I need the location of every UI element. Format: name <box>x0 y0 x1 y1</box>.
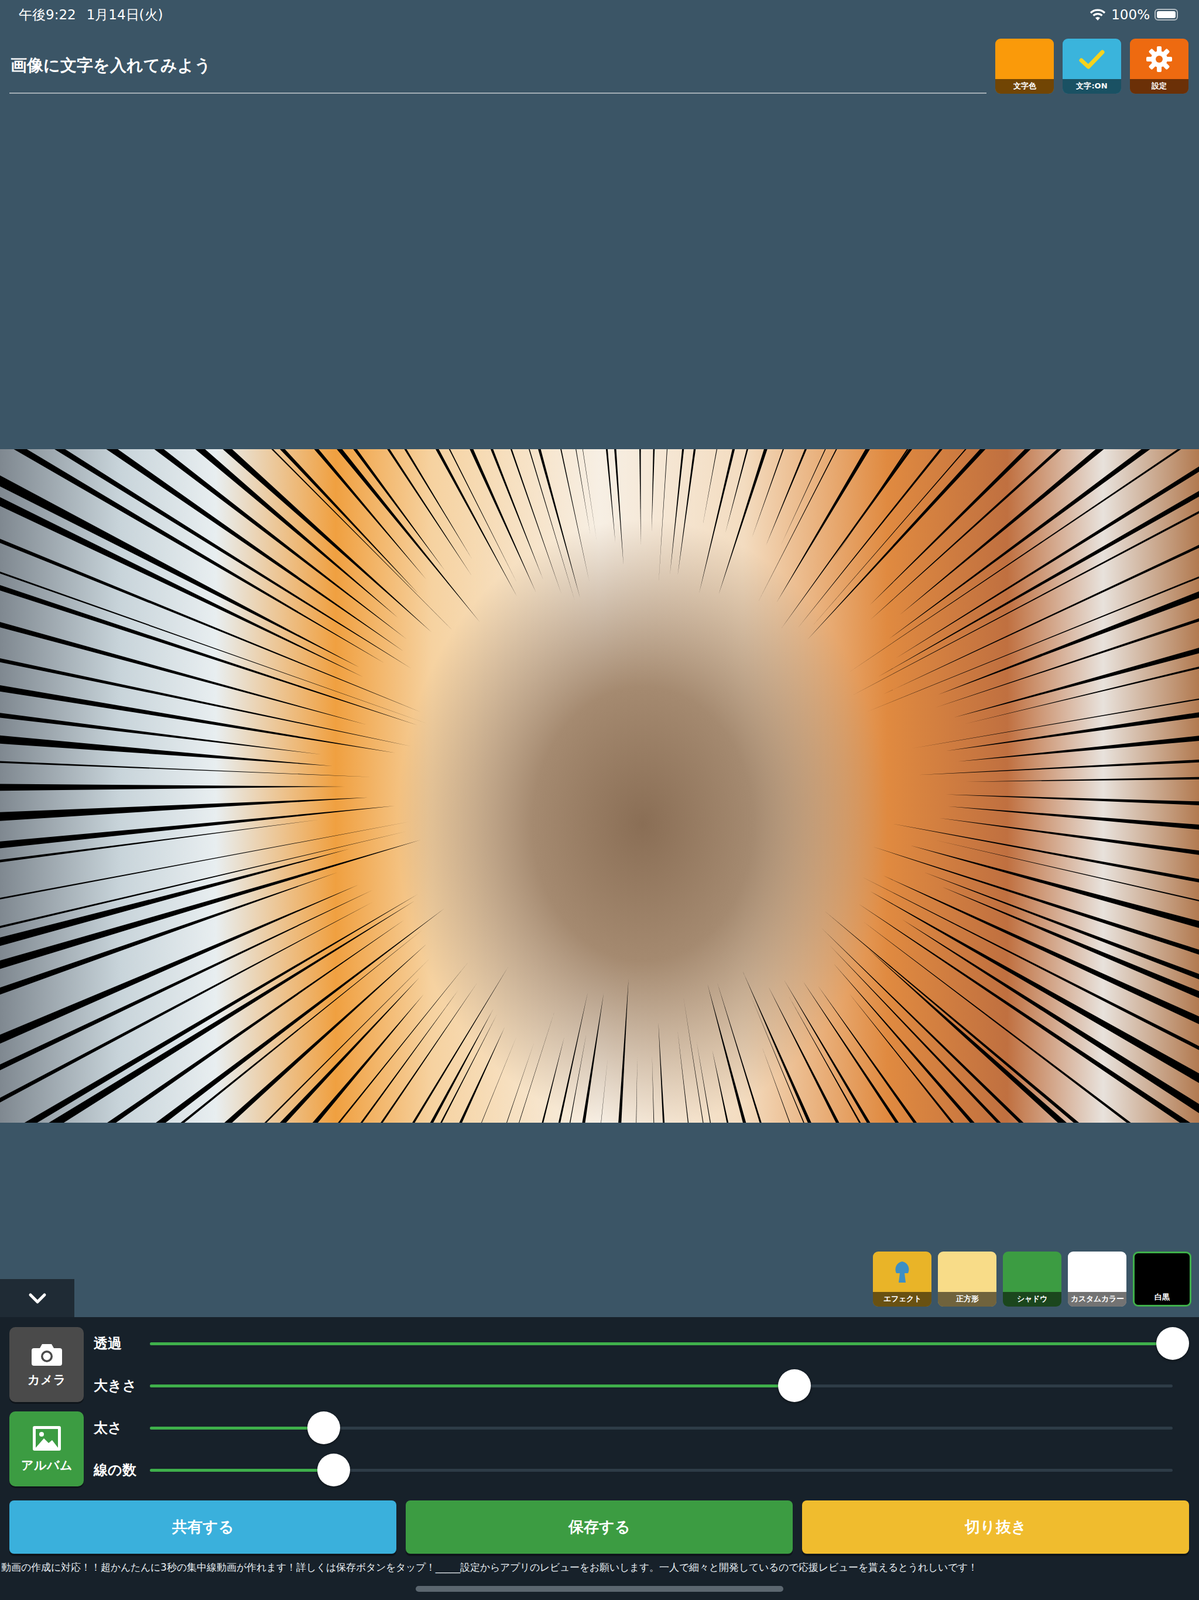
toggle-button[interactable]: 文字:ON <box>1062 38 1122 94</box>
button-label: カメラ <box>27 1371 67 1388</box>
button-icon-area <box>937 1251 997 1292</box>
status-right: 100% <box>1088 7 1181 23</box>
action-button[interactable]: 保存する <box>405 1499 793 1554</box>
slider-label: 大きさ <box>93 1375 150 1395</box>
slider-track[interactable] <box>149 1341 1173 1345</box>
collapse-button[interactable] <box>0 1278 75 1317</box>
ticker-text: 動画の作成に対応！！超かんたんに3秒の集中線動画が作れます！詳しくは保存ボタンを… <box>0 1560 1199 1574</box>
slider-knob[interactable] <box>317 1453 351 1486</box>
button-icon-area <box>1129 38 1189 80</box>
slider-label: 透過 <box>93 1333 150 1353</box>
action-button[interactable]: 共有する <box>9 1499 397 1554</box>
slider-fill <box>149 1341 1173 1345</box>
color-button[interactable]: 文字色 <box>995 38 1054 94</box>
button-label: 文字:ON <box>1062 79 1122 94</box>
slider-fill <box>149 1426 324 1430</box>
effect-buttons: エフェクト正方形シャドウカスタムカラー白黒 <box>872 1251 1199 1317</box>
button-icon-area <box>995 38 1054 80</box>
button-label: 白黒 <box>1134 1289 1190 1305</box>
status-bar: 午後9:22 1月14日(火) 100% <box>0 0 1199 30</box>
battery-fill <box>1156 11 1176 19</box>
slider-label: 太さ <box>93 1417 150 1437</box>
slider-knob[interactable] <box>778 1368 811 1402</box>
check-icon <box>1077 47 1106 71</box>
button-label: エフェクト <box>872 1291 932 1307</box>
camera-icon <box>30 1340 64 1367</box>
photo <box>0 449 1199 1123</box>
button-icon-area <box>1134 1252 1190 1290</box>
wifi-icon <box>1088 7 1107 22</box>
status-left: 午後9:22 1月14日(火) <box>18 5 164 25</box>
button-label: アルバム <box>21 1456 73 1473</box>
source-buttons: カメラアルバム <box>9 1326 84 1486</box>
button-icon-area <box>1002 1251 1062 1292</box>
album-button[interactable]: アルバム <box>9 1410 84 1486</box>
text-input[interactable] <box>9 38 987 94</box>
button-label: 正方形 <box>937 1291 997 1307</box>
slider-row: 太さ <box>93 1410 1190 1444</box>
battery-percent: 100% <box>1111 7 1150 23</box>
home-indicator <box>415 1585 784 1592</box>
slider-track[interactable] <box>149 1468 1173 1472</box>
button-label: カスタムカラー <box>1067 1291 1127 1307</box>
slider-label: 線の数 <box>93 1460 150 1479</box>
time: 午後9:22 <box>18 5 77 25</box>
slider-fill <box>149 1384 795 1387</box>
slider-knob[interactable] <box>1156 1326 1190 1360</box>
slider-fill <box>149 1468 334 1472</box>
button-icon-area <box>1067 1251 1127 1292</box>
slider-track[interactable] <box>149 1426 1173 1430</box>
camera-button[interactable]: カメラ <box>9 1326 84 1402</box>
gear-icon <box>1145 45 1174 74</box>
slider-knob[interactable] <box>307 1410 341 1444</box>
photo-album-icon <box>31 1423 63 1452</box>
button-label: 文字色 <box>995 79 1054 94</box>
chevron-down-icon <box>26 1290 49 1305</box>
controls: カメラアルバム透過大きさ太さ線の数 <box>9 1326 1190 1486</box>
control-panel: カメラアルバム透過大きさ太さ線の数共有する保存する切り抜き動画の作成に対応！！超… <box>0 1316 1199 1600</box>
effect-button[interactable]: 正方形 <box>937 1251 997 1307</box>
sliders: 透過大きさ太さ線の数 <box>93 1326 1190 1486</box>
slider-track[interactable] <box>149 1384 1173 1387</box>
effect-row: エフェクト正方形シャドウカスタムカラー白黒 <box>0 1251 1199 1317</box>
button-label: 設定 <box>1129 79 1189 94</box>
slider-row: 大きさ <box>93 1368 1190 1402</box>
effect-button[interactable]: シャドウ <box>1002 1251 1062 1307</box>
header: 文字色文字:ON 設定 <box>9 38 1189 94</box>
effect-button[interactable]: エフェクト <box>872 1251 932 1307</box>
settings-button[interactable]: 設定 <box>1129 38 1189 94</box>
slider-row: 透過 <box>93 1326 1190 1360</box>
slider-row: 線の数 <box>93 1453 1190 1486</box>
button-label: シャドウ <box>1002 1291 1062 1307</box>
effect-icon <box>890 1258 914 1285</box>
action-button[interactable]: 切り抜き <box>802 1499 1190 1554</box>
button-icon-area <box>872 1251 932 1292</box>
effect-button[interactable]: 白黒 <box>1132 1251 1192 1307</box>
battery-icon <box>1154 8 1178 21</box>
action-buttons: 共有する保存する切り抜き <box>9 1499 1190 1554</box>
date: 1月14日(火) <box>86 5 164 25</box>
button-icon-area <box>1062 38 1122 80</box>
effect-button[interactable]: カスタムカラー <box>1067 1251 1127 1307</box>
